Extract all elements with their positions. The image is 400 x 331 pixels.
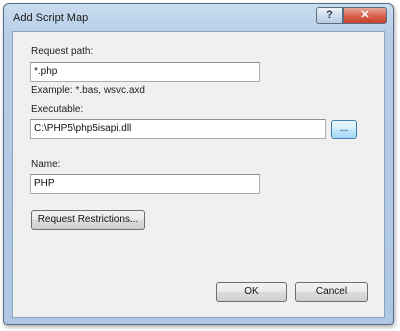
- request-restrictions-button[interactable]: Request Restrictions...: [31, 210, 145, 230]
- name-label: Name:: [31, 159, 61, 170]
- close-icon: ✕: [360, 9, 370, 21]
- executable-input[interactable]: C:\PHP5\php5isapi.dll: [30, 119, 326, 139]
- help-button[interactable]: ?: [316, 7, 343, 24]
- window-title: Add Script Map: [13, 12, 89, 24]
- help-icon: ?: [326, 9, 333, 21]
- name-input[interactable]: PHP: [30, 174, 260, 194]
- close-button[interactable]: ✕: [343, 7, 387, 24]
- browse-button[interactable]: ...: [331, 120, 357, 139]
- cancel-button[interactable]: Cancel: [295, 282, 368, 302]
- executable-label: Executable:: [31, 104, 84, 115]
- ok-button[interactable]: OK: [216, 282, 287, 302]
- request-path-example: Example: *.bas, wsvc.axd: [31, 85, 145, 96]
- dialog-window: Add Script Map ? ✕ Request path: *.php E…: [3, 3, 394, 325]
- dialog-body: Request path: *.php Example: *.bas, wsvc…: [12, 31, 385, 318]
- title-bar[interactable]: Add Script Map ? ✕: [4, 4, 393, 31]
- request-path-label: Request path:: [31, 46, 94, 57]
- request-path-input[interactable]: *.php: [30, 62, 260, 82]
